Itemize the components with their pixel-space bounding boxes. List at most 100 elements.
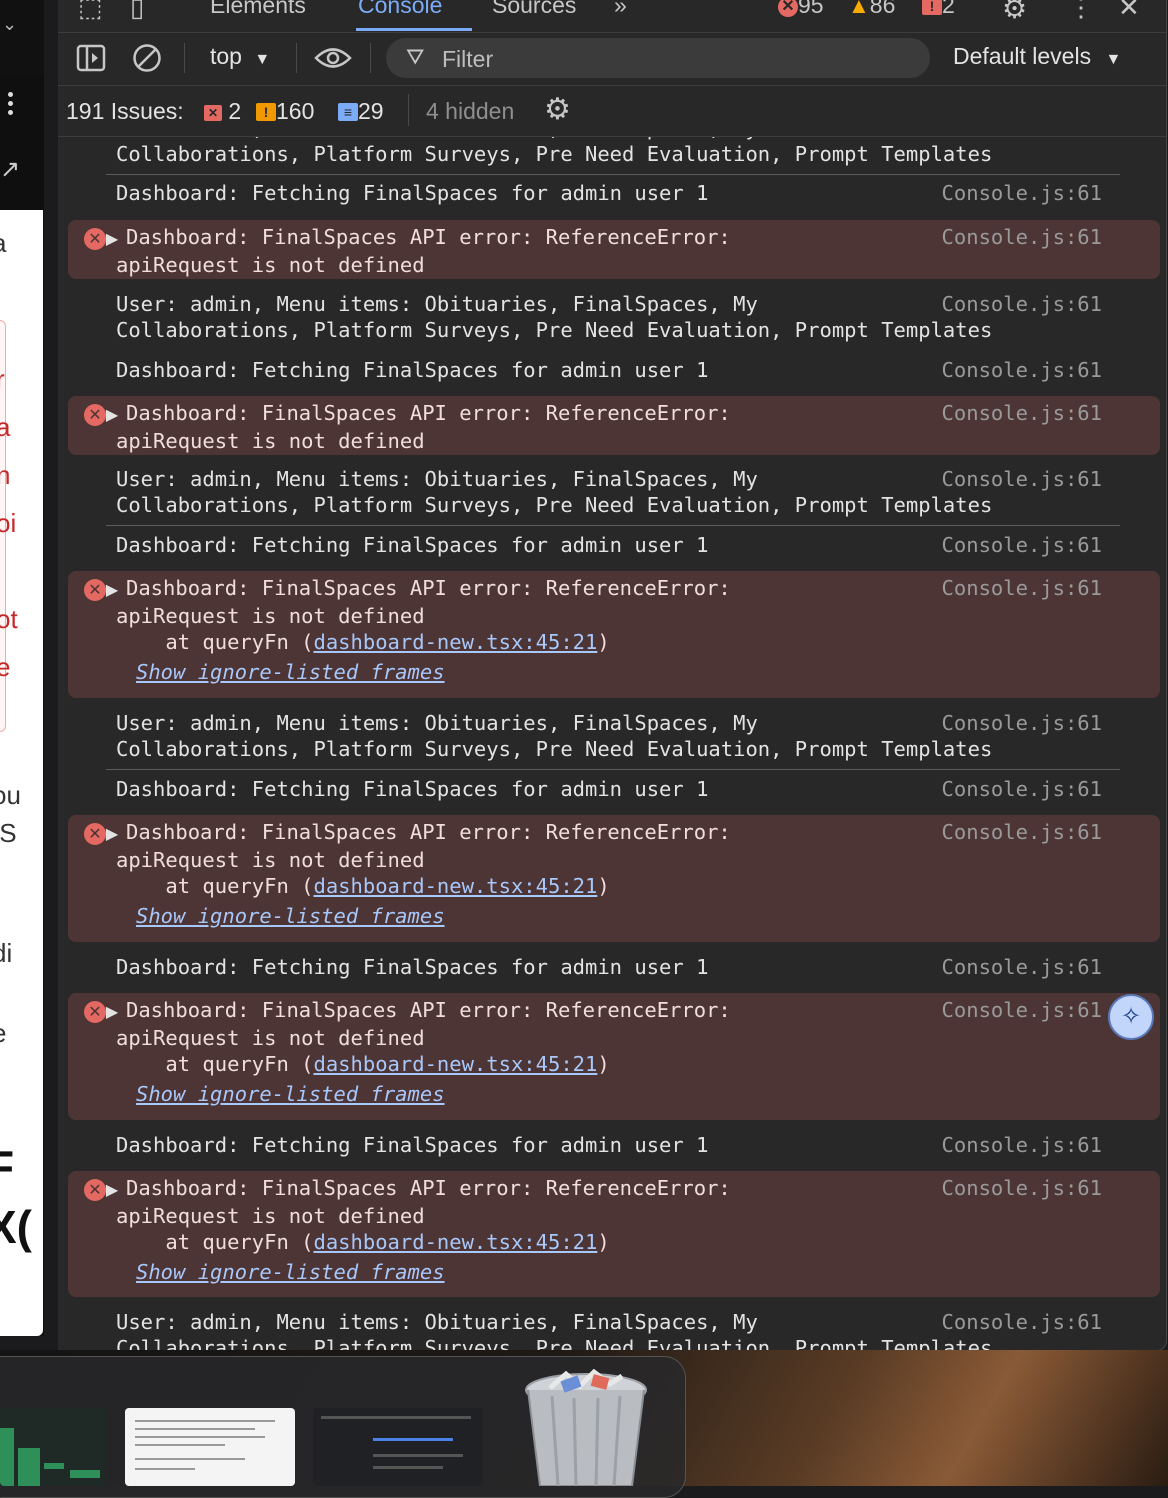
dock-window-thumbnail[interactable] — [313, 1408, 483, 1486]
issues-total[interactable]: 191 Issues: — [66, 98, 184, 125]
error-message: ✕ ▶ Dashboard: FinalSpaces API error: Ref… — [68, 815, 1160, 942]
message-text[interactable]: User: admin, Menu items: Obituaries, Fin… — [116, 710, 992, 762]
message-text[interactable]: Dashboard: Fetching FinalSpaces for admi… — [116, 1132, 708, 1158]
browser-toolbar-strip — [0, 0, 44, 76]
tab-sources[interactable]: Sources — [492, 0, 576, 19]
error-text[interactable]: ▶ Dashboard: FinalSpaces API error: Refer… — [106, 224, 731, 278]
message-text[interactable]: Dashboard: Fetching FinalSpaces for admi… — [116, 954, 708, 980]
ai-assistance-icon[interactable]: ✧ — [1108, 994, 1154, 1040]
eye-icon[interactable] — [314, 45, 352, 71]
kebab-menu-icon[interactable]: ⋮ — [1068, 0, 1094, 23]
console-message: User: admin, Menu items: Obituaries, Fin… — [68, 1309, 1160, 1350]
message-text[interactable]: User: admin, Menu items: Obituaries, Fin… — [116, 291, 992, 343]
message-text[interactable]: Dashboard: Fetching FinalSpaces for admi… — [116, 532, 708, 558]
stack-frame-link[interactable]: dashboard-new.tsx:45:21 — [313, 1052, 597, 1076]
stack-frame-link[interactable]: dashboard-new.tsx:45:21 — [313, 1230, 597, 1254]
expand-triangle-icon[interactable]: ▶ — [98, 577, 126, 603]
message-divider — [106, 174, 1120, 175]
error-text[interactable]: ▶ Dashboard: FinalSpaces API error: Refer… — [106, 819, 731, 899]
toolbar-separator — [408, 94, 409, 126]
dock-window-thumbnail[interactable] — [125, 1408, 295, 1486]
warning-icon: ▲ — [848, 0, 870, 18]
expand-triangle-icon[interactable]: ▶ — [98, 821, 126, 847]
message-text[interactable]: User: admin, Menu items: Obituaries, Fin… — [116, 1309, 992, 1350]
chevron-down-icon[interactable]: ⌄ — [2, 14, 17, 35]
source-link[interactable]: Console.js:61 — [942, 466, 1102, 492]
thumbnail-detail — [321, 1416, 471, 1419]
show-ignore-listed-frames-link[interactable]: Show ignore-listed frames — [136, 659, 445, 685]
message-text[interactable]: User: admin, Menu items: Obituaries, Fin… — [116, 466, 992, 518]
source-link[interactable]: Console.js:61 — [942, 357, 1102, 383]
toolbar-separator — [296, 43, 297, 73]
expand-triangle-icon[interactable]: ▶ — [98, 402, 126, 428]
error-text[interactable]: ▶ Dashboard: FinalSpaces API error: Refer… — [106, 1175, 731, 1255]
thumbnail-detail — [135, 1420, 275, 1422]
source-link[interactable]: Console.js:61 — [942, 532, 1102, 558]
source-link[interactable]: Console.js:61 — [942, 224, 1102, 250]
stack-frame-link[interactable]: dashboard-new.tsx:45:21 — [313, 874, 597, 898]
clear-console-icon[interactable] — [132, 43, 162, 73]
source-link[interactable]: Console.js:61 — [942, 776, 1102, 802]
issue-error-icon: ✕ — [204, 105, 222, 121]
expand-triangle-icon[interactable]: ▶ — [98, 999, 126, 1025]
log-levels-dropdown[interactable]: Default levels ▼ — [953, 43, 1121, 70]
dock-window-thumbnail[interactable] — [0, 1408, 106, 1486]
more-tabs-icon[interactable]: » — [614, 0, 627, 19]
filter-input[interactable]: ⛛ Filter — [386, 38, 930, 78]
inspect-element-icon[interactable]: ⬚ — [78, 0, 103, 23]
error-text[interactable]: ▶ Dashboard: FinalSpaces API error: Refer… — [106, 997, 731, 1077]
error-counter[interactable]: ✕ 95 — [778, 0, 824, 19]
issue-info-icon: ≡ — [338, 103, 358, 121]
source-link[interactable]: Console.js:61 — [942, 1175, 1102, 1201]
console-message: Dashboard: Fetching FinalSpaces for admi… — [68, 954, 1160, 994]
close-icon[interactable]: ✕ — [1118, 0, 1140, 23]
error-text[interactable]: ▶ Dashboard: FinalSpaces API error: Refer… — [106, 575, 731, 655]
message-text[interactable]: User: admin, Menu items: Obituaries, Fin… — [116, 137, 992, 167]
source-link[interactable]: Console.js:61 — [942, 819, 1102, 845]
message-text[interactable]: Dashboard: Fetching FinalSpaces for admi… — [116, 776, 708, 802]
source-link[interactable]: Console.js:61 — [942, 710, 1102, 736]
message-text[interactable]: Dashboard: Fetching FinalSpaces for admi… — [116, 357, 708, 383]
expand-triangle-icon[interactable]: ▶ — [98, 226, 126, 252]
issues-hidden[interactable]: 4 hidden — [426, 98, 514, 125]
thumbnail-detail — [0, 1428, 14, 1486]
source-link[interactable]: Console.js:61 — [942, 291, 1102, 317]
warning-counter[interactable]: ▲86 — [848, 0, 895, 19]
source-link[interactable]: Console.js:61 — [942, 400, 1102, 426]
gear-icon[interactable]: ⚙ — [1002, 0, 1027, 25]
context-value: top — [210, 43, 242, 69]
trash-icon[interactable] — [522, 1368, 650, 1486]
external-link-icon[interactable]: ↗ — [0, 155, 20, 184]
source-link[interactable]: Console.js:61 — [942, 575, 1102, 601]
source-link[interactable]: Console.js:61 — [942, 180, 1102, 206]
gear-icon[interactable]: ⚙ — [544, 92, 571, 127]
dropdown-arrow-icon: ▼ — [254, 51, 271, 68]
issues-info[interactable]: ≡ 29 — [338, 98, 384, 125]
tab-elements[interactable]: Elements — [210, 0, 306, 19]
error-text[interactable]: ▶ Dashboard: FinalSpaces API error: Refer… — [106, 400, 731, 454]
underlying-page: ⌄ ↗ a r a n oi ot e ou IS di e F X( — [0, 0, 44, 1336]
console-message: Dashboard: Fetching FinalSpaces for admi… — [68, 776, 1160, 816]
sidebar-toggle-icon[interactable] — [76, 43, 106, 73]
error-count: 95 — [798, 0, 824, 18]
page-text-fragment: ou — [0, 780, 21, 810]
issues-errors[interactable]: ✕ 2 — [204, 98, 241, 125]
source-link[interactable]: Console.js:61 — [942, 997, 1102, 1023]
stack-frame-link[interactable]: dashboard-new.tsx:45:21 — [313, 630, 597, 654]
thumbnail-detail — [135, 1458, 245, 1460]
show-ignore-listed-frames-link[interactable]: Show ignore-listed frames — [136, 1081, 445, 1107]
source-link[interactable]: Console.js:61 — [942, 1132, 1102, 1158]
context-selector[interactable]: top ▼ — [210, 43, 270, 70]
issues-warnings[interactable]: ! 160 — [256, 98, 314, 125]
device-toolbar-icon[interactable]: ▯ — [130, 0, 144, 23]
show-ignore-listed-frames-link[interactable]: Show ignore-listed frames — [136, 903, 445, 929]
kebab-menu-icon[interactable] — [4, 88, 20, 128]
issues-counter[interactable]: ! 2 — [922, 0, 955, 19]
tab-console[interactable]: Console — [358, 0, 442, 19]
toolbar-separator — [184, 43, 185, 73]
expand-triangle-icon[interactable]: ▶ — [98, 1177, 126, 1203]
source-link[interactable]: Console.js:61 — [942, 954, 1102, 980]
message-text[interactable]: Dashboard: Fetching FinalSpaces for admi… — [116, 180, 708, 206]
show-ignore-listed-frames-link[interactable]: Show ignore-listed frames — [136, 1259, 445, 1285]
source-link[interactable]: Console.js:61 — [942, 1309, 1102, 1335]
